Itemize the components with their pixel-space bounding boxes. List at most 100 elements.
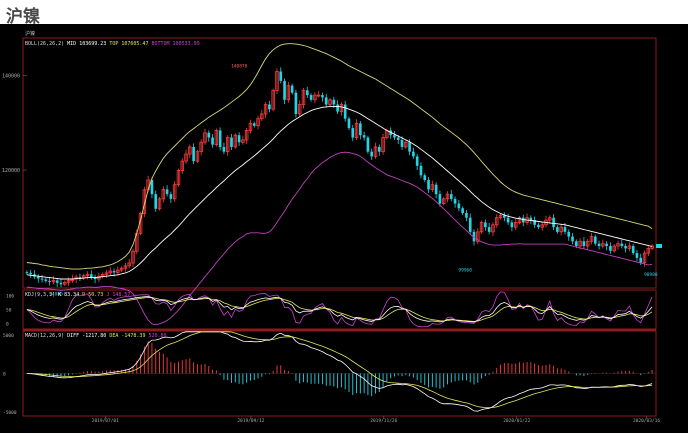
kdj-panel: KDJ(9,3,3) K 83.34 D 50.73 J 148.57 100 50… [6, 291, 653, 327]
candle-body [25, 272, 29, 274]
macd-tick-label: 5000 [3, 333, 14, 339]
candle-body [597, 243, 601, 247]
candle-body [366, 137, 370, 152]
candle-body [192, 146, 195, 162]
candle-body [230, 137, 233, 147]
macd-diff-line [26, 331, 653, 412]
candle-body [593, 236, 597, 244]
price-panel-frame [22, 37, 657, 289]
candlestick-chart: 沪镍 BOLL(26,26,2) MID 103699.23 TOP 107605… [2, 30, 662, 424]
candle-body [283, 80, 286, 100]
candle-body [453, 198, 457, 204]
candle-body [309, 95, 313, 100]
candle-body [36, 276, 40, 279]
macd-diff-value: -1217.80 [82, 333, 106, 339]
candle-body [89, 274, 93, 278]
candle-body [268, 104, 271, 110]
kdj-label: KDJ(9,3,3) [25, 292, 55, 298]
candle-body [324, 97, 328, 105]
candle-body [279, 71, 283, 81]
price-annotation: 140870 [231, 64, 248, 70]
candle-body [237, 135, 241, 143]
candle-body [44, 279, 48, 281]
candle-body [556, 227, 559, 232]
candle-body [419, 165, 423, 176]
macd-tick-label: -5000 [3, 410, 17, 416]
boll-top-value: 107605.47 [121, 41, 148, 47]
candle-body [412, 151, 415, 157]
kdj-d-value: 50.73 [88, 292, 103, 298]
candle-body [211, 137, 214, 145]
candle-body [457, 203, 461, 209]
candle-body [552, 217, 555, 228]
candle-body [408, 142, 411, 152]
macd-label: MACD(12,26,9) [25, 333, 64, 339]
x-axis: 2019/07/01 2019/09/12 2019/11/26 2020/01/22… [92, 416, 660, 424]
kdj-tick-label: 100 [6, 294, 14, 300]
macd-dea-value: -1478.39 [121, 333, 145, 339]
candle-body [396, 137, 400, 140]
candle-body [305, 90, 309, 96]
candle-body [468, 217, 472, 232]
candle-body [620, 243, 624, 247]
symbol-label: 沪镍 [25, 30, 35, 37]
boll-top-label: TOP [109, 41, 118, 47]
x-tick-label: 2019/07/01 [92, 418, 119, 424]
candle-body [294, 92, 298, 114]
candle-body [571, 236, 574, 242]
candle-body [290, 85, 294, 93]
candle-body [415, 156, 419, 166]
boll-bottom-value: 100533.99 [173, 41, 200, 47]
candle-body [465, 213, 468, 218]
x-tick-label: 2019/09/12 [237, 418, 264, 424]
boll-mid-value: 103699.23 [79, 41, 106, 47]
candle-body [347, 118, 351, 129]
kdj-legend: KDJ(9,3,3) K 83.34 D 50.73 J 148.57 [25, 292, 130, 298]
candle-body [400, 139, 404, 147]
candle-body [624, 246, 627, 249]
candle-body [112, 271, 116, 273]
candle-body [218, 130, 222, 147]
candle-body [510, 222, 514, 228]
price-panel: 沪镍 BOLL(26,26,2) MID 103699.23 TOP 107605… [2, 30, 662, 326]
candle-body [59, 282, 63, 285]
candle-body [506, 217, 510, 223]
candle-body [449, 194, 453, 199]
candle-body [359, 123, 362, 136]
candle-body [321, 95, 324, 98]
candle-body [252, 123, 256, 126]
boll-bottom-line [26, 151, 653, 326]
candle-body [427, 179, 430, 190]
price-tick-label: 120000 [2, 168, 20, 174]
candle-body [343, 104, 347, 119]
boll-mid-label: MID [67, 41, 76, 47]
candle-body [55, 280, 59, 283]
candle-body [605, 243, 608, 247]
boll-legend: BOLL(26,26,2) MID 103699.23 TOP 107605.4… [25, 41, 200, 47]
candle-body [362, 135, 366, 138]
candle-body [582, 241, 586, 247]
price-annotation: 99960 [458, 268, 472, 274]
boll-mid-line [26, 105, 653, 280]
candle-body [29, 272, 33, 275]
candle-body [207, 132, 211, 138]
macd-panel: MACD(12,26,9) DIFF -1217.80 DEA -1478.39… [3, 331, 656, 416]
candle-body [222, 146, 226, 152]
candle-body [377, 146, 381, 152]
macd-legend: MACD(12,26,9) DIFF -1217.80 DEA -1478.39… [25, 333, 167, 339]
candle-body [48, 280, 51, 282]
macd-diff-label: DIFF [67, 333, 79, 339]
candle-body [563, 227, 567, 232]
x-tick-label: 2019/11/26 [370, 418, 397, 424]
price-tick-label: 140000 [2, 74, 20, 80]
candle-body [487, 227, 491, 232]
candle-body [537, 224, 540, 228]
x-tick-label: 2020/01/22 [503, 418, 530, 424]
candle-body [40, 278, 44, 280]
chart-container: 沪镍 BOLL(26,26,2) MID 103699.23 TOP 107605… [0, 24, 688, 433]
candle-body [631, 246, 635, 254]
price-annotation: 98980 [644, 272, 658, 278]
candle-body [370, 151, 374, 157]
kdj-tick-label: 0 [6, 321, 9, 327]
macd-tick-label: 0 [3, 372, 6, 378]
